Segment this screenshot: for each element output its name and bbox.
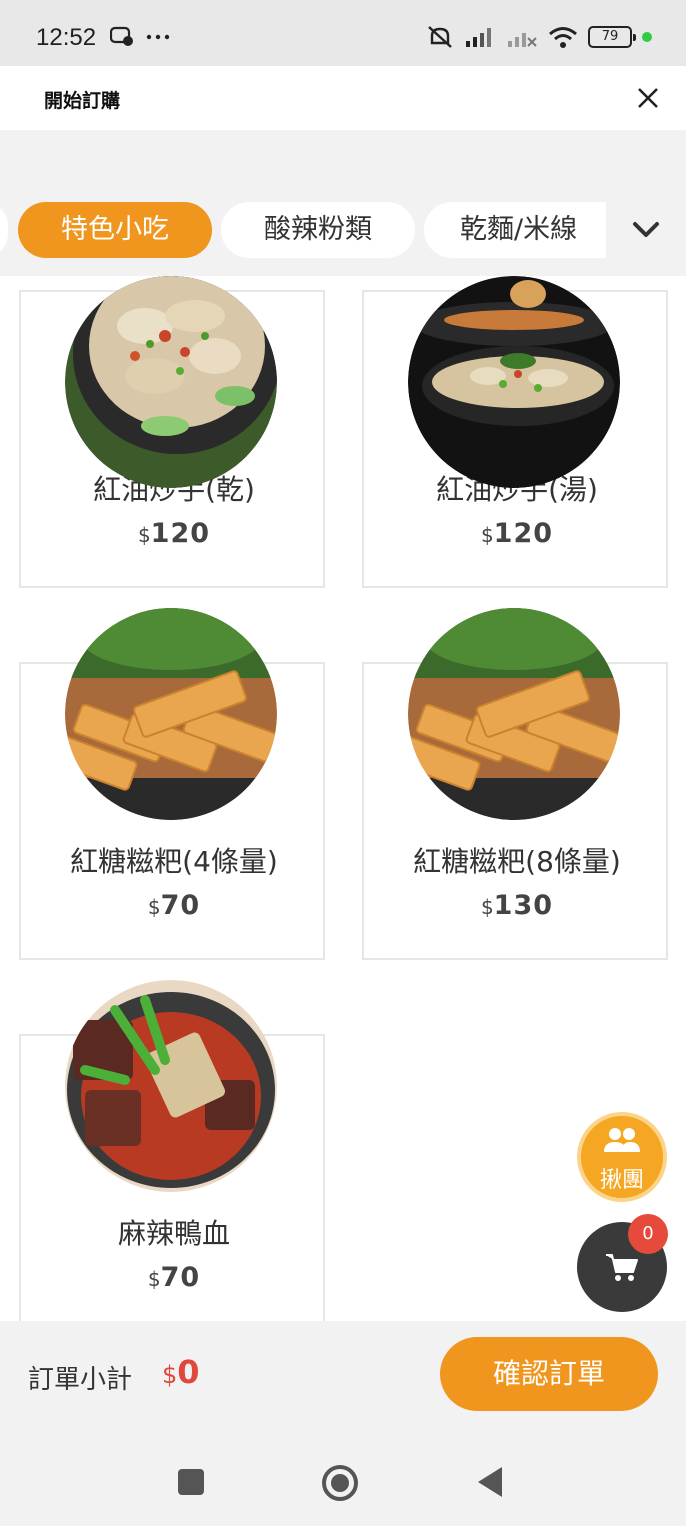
battery-indicator: 79 <box>588 26 636 48</box>
tab-specialty-snacks[interactable]: 特色小吃 <box>18 202 212 258</box>
product-price: $130 <box>480 890 554 921</box>
confirm-order-button[interactable]: 確認訂單 <box>440 1337 658 1411</box>
signal-off-icon <box>508 33 537 47</box>
group-users-icon <box>604 1128 640 1152</box>
back-icon[interactable] <box>476 1465 504 1499</box>
tab-partial[interactable] <box>0 202 8 258</box>
group-order-button[interactable]: 揪團 <box>577 1112 667 1202</box>
shopping-cart-icon <box>606 1254 638 1281</box>
product-name: 麻辣鴨血 <box>117 1217 230 1250</box>
chevron-down-icon[interactable] <box>626 212 666 248</box>
spicy-duck-blood-image[interactable] <box>65 980 277 1192</box>
close-icon[interactable] <box>634 84 662 112</box>
brown-sugar-cake-image[interactable] <box>408 608 620 820</box>
subtotal-value: $0 <box>162 1353 200 1391</box>
product-name: 紅糖糍粑(4條量) <box>70 845 278 878</box>
subtotal-label: 訂單小計 <box>28 1365 133 1395</box>
recent-apps-icon[interactable] <box>176 1467 206 1497</box>
status-bar: 12:52 79 <box>0 0 686 66</box>
product-name: 紅糖糍粑(8條量) <box>413 845 621 878</box>
chat-notification-icon <box>110 26 133 46</box>
status-time: 12:52 <box>36 24 97 51</box>
privacy-dot <box>642 32 652 42</box>
wonton-soup-image[interactable] <box>408 276 620 488</box>
mute-bell-icon <box>428 26 452 48</box>
page-title: 開始訂購 <box>44 90 121 112</box>
order-summary-bar: 訂單小計 $0 確認訂單 <box>0 1321 686 1441</box>
system-nav-bar <box>0 1441 686 1526</box>
category-tabs: 特色小吃 酸辣粉類 乾麵/米線 <box>0 130 686 276</box>
title-bar: 開始訂購 <box>0 66 686 130</box>
tab-hot-sour-noodles[interactable]: 酸辣粉類 <box>221 202 415 258</box>
cart-count-badge: 0 <box>628 1214 668 1254</box>
signal-icon <box>466 28 491 47</box>
tab-dry-noodles[interactable]: 乾麵/米線 <box>424 202 606 258</box>
product-price: $70 <box>147 1262 201 1293</box>
wonton-dry-image[interactable] <box>65 276 277 488</box>
home-icon[interactable] <box>320 1463 360 1503</box>
wifi-icon <box>549 27 577 48</box>
group-order-label: 揪團 <box>599 1168 644 1193</box>
brown-sugar-cake-image[interactable] <box>65 608 277 820</box>
product-price: $70 <box>147 890 201 921</box>
more-dots-icon <box>146 34 170 40</box>
product-price: $120 <box>137 518 211 549</box>
product-price: $120 <box>480 518 554 549</box>
